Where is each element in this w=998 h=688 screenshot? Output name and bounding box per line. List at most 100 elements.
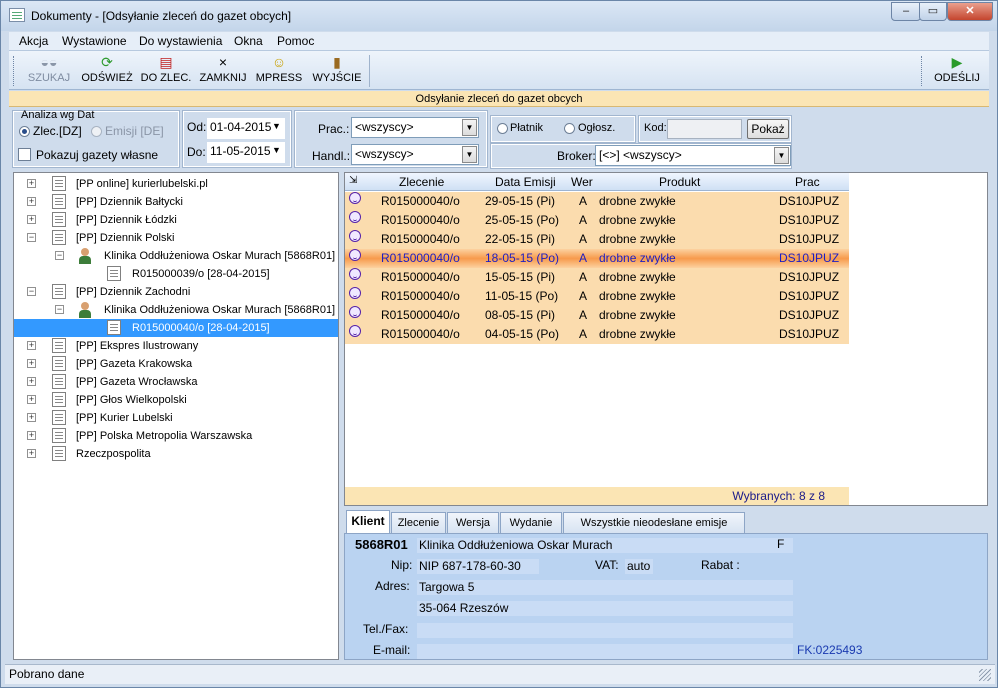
cell-wer: A (579, 213, 588, 227)
adres-label: Adres: (375, 579, 410, 593)
expand-icon[interactable]: + (27, 341, 36, 350)
header-data-emisji[interactable]: Data Emisji (495, 175, 556, 189)
newspaper-icon (52, 338, 66, 353)
column-picker-icon[interactable]: ⇲ (349, 175, 357, 186)
tab-zlecenie[interactable]: Zlecenie (391, 512, 446, 533)
expand-icon[interactable]: + (27, 413, 36, 422)
do-label: Do: (187, 145, 206, 159)
cell-prac: DS10JPUZ (779, 194, 840, 208)
cell-zlecenie: R015000040/o (381, 289, 460, 303)
cell-data-emisji: 29-05-15 (Pi) (485, 194, 556, 208)
cell-data-emisji: 04-05-15 (Po) (485, 327, 560, 341)
table-row[interactable]: R015000040/o 04-05-15 (Po) Adrobne zwykłe D… (345, 325, 849, 344)
table-row[interactable]: R015000040/o 22-05-15 (Pi) Adrobne zwykłe D… (345, 230, 849, 249)
odswiez-button[interactable]: ⟳ ODŚWIEŻ (79, 53, 135, 89)
grid-header: ⇲ Zlecenie Data Emisji Wer Produkt Prac (345, 173, 849, 191)
refresh-icon: ⟳ (101, 54, 113, 70)
chevron-down-icon[interactable]: ▼ (462, 146, 477, 163)
collapse-icon[interactable]: − (55, 305, 64, 314)
tree-node-selected[interactable]: R015000040/o [28-04-2015] (14, 319, 338, 337)
menu-wystawione[interactable]: Wystawione (62, 34, 127, 48)
emisji-label: Emisji [DE] (105, 124, 164, 138)
od-date-field[interactable]: 01-04-2015 ▼ (207, 118, 285, 139)
collapse-icon[interactable]: − (55, 251, 64, 260)
table-row[interactable]: R015000040/o 25-05-15 (Po) Adrobne zwykłe D… (345, 211, 849, 230)
table-row[interactable]: R015000040/o 29-05-15 (Pi) Adrobne zwykłe D… (345, 192, 849, 211)
emisji-radio[interactable] (91, 126, 102, 137)
menu-okna[interactable]: Okna (234, 34, 263, 48)
tab-wydanie[interactable]: Wydanie (500, 512, 562, 533)
menu-akcja[interactable]: Akcja (19, 34, 48, 48)
expand-icon[interactable]: + (27, 431, 36, 440)
collapse-icon[interactable]: − (27, 233, 36, 242)
toolbar-grip-right[interactable] (921, 56, 924, 86)
header-produkt[interactable]: Produkt (659, 175, 700, 189)
pokazuj-label: Pokazuj gazety własne (36, 148, 159, 162)
address-line1: Targowa 5 (417, 580, 793, 595)
zlec-radio[interactable] (19, 126, 30, 137)
emissions-grid[interactable]: ⇲ Zlecenie Data Emisji Wer Produkt Prac … (344, 172, 988, 506)
wyjscie-button[interactable]: ▮ WYJŚCIE (311, 53, 363, 89)
kod-input[interactable] (667, 119, 742, 139)
tab-wersja[interactable]: Wersja (447, 512, 499, 533)
prac-select[interactable]: <wszyscy> ▼ (351, 117, 479, 138)
client-code: 5868R01 (355, 537, 408, 552)
cell-zlecenie: R015000040/o (381, 327, 460, 341)
oglosz-label: Ogłosz. (578, 122, 616, 134)
smiley-icon: ☺ (271, 54, 287, 70)
header-wer[interactable]: Wer (571, 175, 593, 189)
do-zlec-button[interactable]: ▤ DO ZLEC. (139, 53, 193, 89)
close-button[interactable]: ✕ (947, 2, 993, 21)
expand-icon[interactable]: + (27, 395, 36, 404)
cell-zlecenie: R015000040/o (381, 213, 460, 227)
table-row[interactable]: R015000040/o 15-05-15 (Pi) Adrobne zwykłe D… (345, 268, 849, 287)
app-icon (9, 8, 25, 22)
odeslij-button[interactable]: ▶ ODEŚLIJ (929, 53, 985, 89)
broker-select[interactable]: [<>] <wszyscy> ▼ (595, 145, 791, 166)
table-row[interactable]: R015000040/o 08-05-15 (Pi) Adrobne zwykłe D… (345, 306, 849, 325)
chevron-down-icon[interactable]: ▼ (269, 143, 284, 160)
handl-label: Handl.: (312, 149, 351, 163)
restore-button[interactable]: ▭ (919, 2, 947, 21)
newspaper-tree[interactable]: + [PP online] kurierlubelski.pl + [PP] Dzi… (13, 172, 339, 660)
expand-icon[interactable]: + (27, 215, 36, 224)
table-row[interactable]: R015000040/o 11-05-15 (Po) Adrobne zwykłe D… (345, 287, 849, 306)
cell-prac: DS10JPUZ (779, 327, 840, 341)
menu-pomoc[interactable]: Pomoc (277, 34, 314, 48)
expand-icon[interactable]: + (27, 449, 36, 458)
status-text: Pobrano dane (9, 667, 85, 681)
zamknij-button[interactable]: × ZAMKNIJ (197, 53, 249, 89)
expand-icon[interactable]: + (27, 359, 36, 368)
chevron-down-icon[interactable]: ▼ (269, 119, 284, 136)
menu-do-wystawienia[interactable]: Do wystawienia (139, 34, 222, 48)
header-zlecenie[interactable]: Zlecenie (399, 175, 444, 189)
cell-data-emisji: 08-05-15 (Pi) (485, 308, 556, 322)
pokaz-button[interactable]: Pokaż (747, 119, 789, 139)
expand-icon[interactable]: + (27, 197, 36, 206)
toolbar-grip[interactable] (13, 56, 16, 86)
address-line2: 35-064 Rzeszów (417, 601, 793, 616)
pokazuj-checkbox[interactable] (18, 148, 31, 161)
tab-wszystkie[interactable]: Wszystkie nieodesłane emisje (563, 512, 745, 533)
expand-icon[interactable]: + (27, 377, 36, 386)
expand-icon[interactable]: + (27, 179, 36, 188)
chevron-down-icon[interactable]: ▼ (774, 147, 789, 164)
tab-klient[interactable]: Klient (346, 510, 390, 534)
cell-zlecenie: R015000040/o (381, 194, 460, 208)
platnik-radio[interactable] (497, 123, 508, 134)
oglosz-radio[interactable] (564, 123, 575, 134)
handl-select[interactable]: <wszyscy> ▼ (351, 144, 479, 165)
szukaj-button[interactable]: ◒◒ SZUKAJ (23, 53, 75, 89)
header-prac[interactable]: Prac (795, 175, 820, 189)
client-type: F (777, 537, 785, 551)
collapse-icon[interactable]: − (27, 287, 36, 296)
document-icon (107, 320, 121, 335)
minimize-button[interactable]: – (891, 2, 921, 21)
chevron-down-icon[interactable]: ▼ (462, 119, 477, 136)
mpress-button[interactable]: ☺ MPRESS (255, 53, 303, 89)
send-arrow-icon: ▶ (951, 54, 963, 70)
resize-grip-icon[interactable] (979, 669, 991, 681)
table-row[interactable]: R015000040/o 18-05-15 (Po) Adrobne zwykłe D… (345, 249, 849, 268)
do-date-field[interactable]: 11-05-2015 ▼ (207, 142, 285, 163)
vat-value: auto (625, 559, 653, 574)
